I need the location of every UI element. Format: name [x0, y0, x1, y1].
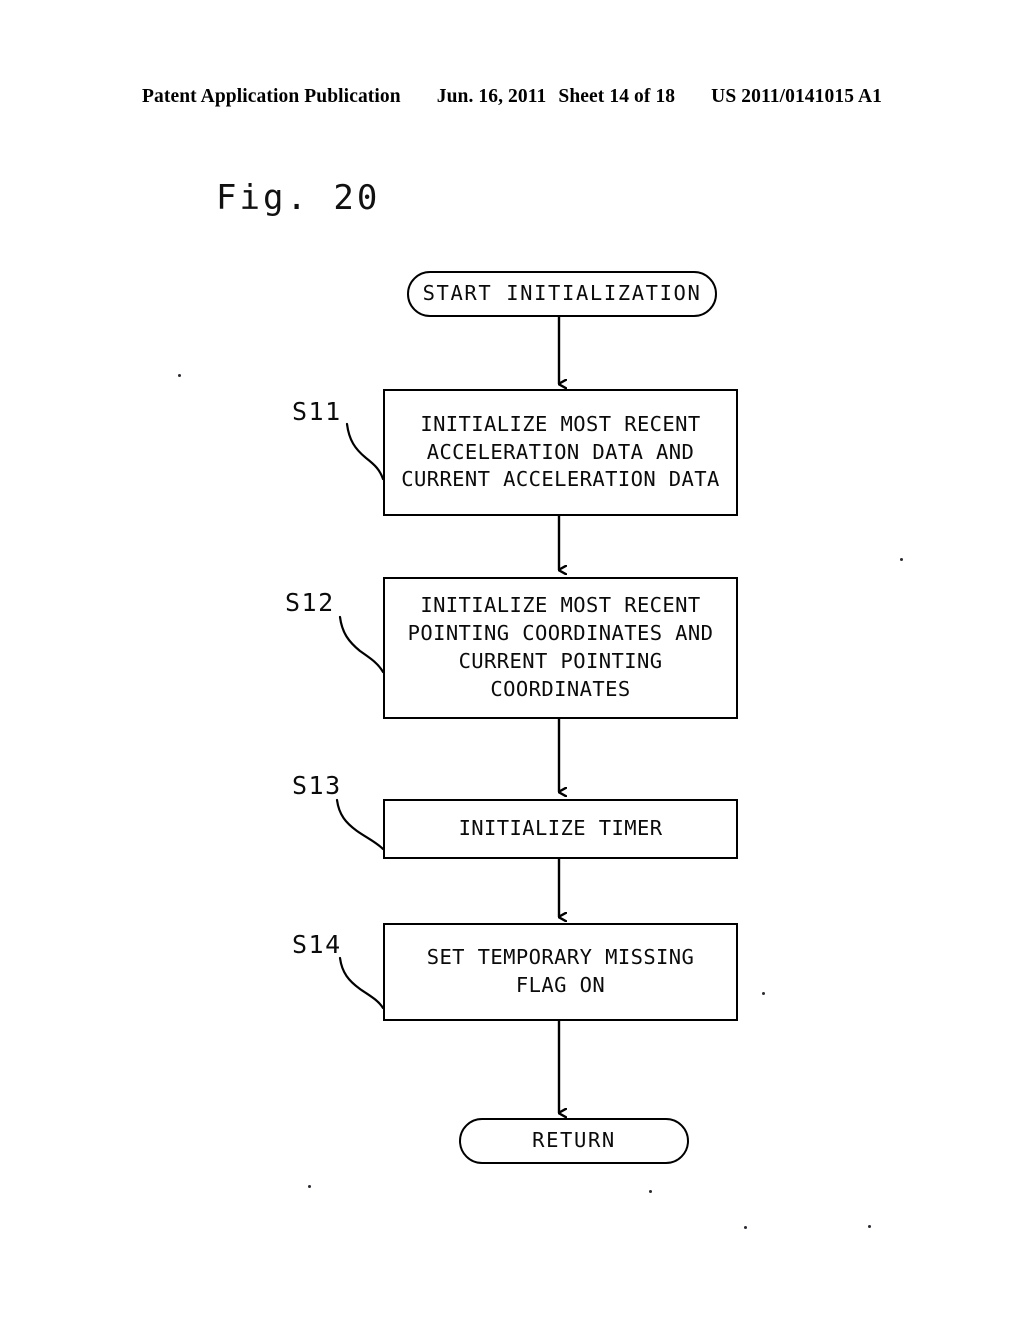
header-sheet-number: Sheet 14 of 18 [558, 86, 676, 107]
leader-line-s14 [338, 956, 385, 1010]
flowchart-node-start-label: START INITIALIZATION [422, 281, 702, 306]
step-label-s13: S13 [292, 771, 342, 800]
page-header: Patent Application Publication Jun. 16, … [0, 86, 1024, 108]
flowchart-node-s14[interactable]: SET TEMPORARY MISSING FLAG ON [383, 923, 738, 1021]
leader-line-s11 [345, 422, 385, 481]
scan-speckle [900, 558, 903, 561]
leader-line-s12 [338, 615, 385, 674]
header-publication-number: US 2011/0141015 A1 [711, 86, 882, 107]
flowchart-node-s14-label: SET TEMPORARY MISSING FLAG ON [426, 945, 695, 997]
scan-speckle [762, 992, 765, 995]
figure-title: Fig. 20 [216, 178, 381, 218]
flowchart-node-s13[interactable]: INITIALIZE TIMER [383, 799, 738, 859]
flowchart-nodes: START INITIALIZATION S11 INITIALIZE MOST… [0, 0, 1024, 1320]
scan-speckle [868, 1225, 871, 1228]
flowchart-node-return-label: RETURN [532, 1128, 616, 1153]
leader-line-s13 [335, 798, 385, 851]
flowchart-node-s13-label: INITIALIZE TIMER [458, 816, 663, 841]
step-label-s11: S11 [292, 397, 342, 426]
scan-speckle [178, 374, 181, 377]
step-label-s14: S14 [292, 930, 342, 959]
step-label-s12: S12 [285, 588, 335, 617]
flowchart-node-s11[interactable]: INITIALIZE MOST RECENT ACCELERATION DATA… [383, 389, 738, 516]
scan-speckle [744, 1226, 747, 1229]
header-publication-title: Patent Application Publication [142, 86, 401, 107]
flowchart-node-start[interactable]: START INITIALIZATION [407, 271, 717, 317]
scan-speckle [649, 1190, 652, 1193]
flowchart-node-s12-label: INITIALIZE MOST RECENT POINTING COORDINA… [407, 593, 714, 701]
scan-speckle [308, 1185, 311, 1188]
flowchart-node-s11-label: INITIALIZE MOST RECENT ACCELERATION DATA… [401, 411, 720, 492]
header-publication-date: Jun. 16, 2011 [436, 86, 547, 107]
flowchart-node-s12[interactable]: INITIALIZE MOST RECENT POINTING COORDINA… [383, 577, 738, 719]
flowchart-node-return[interactable]: RETURN [459, 1118, 689, 1164]
